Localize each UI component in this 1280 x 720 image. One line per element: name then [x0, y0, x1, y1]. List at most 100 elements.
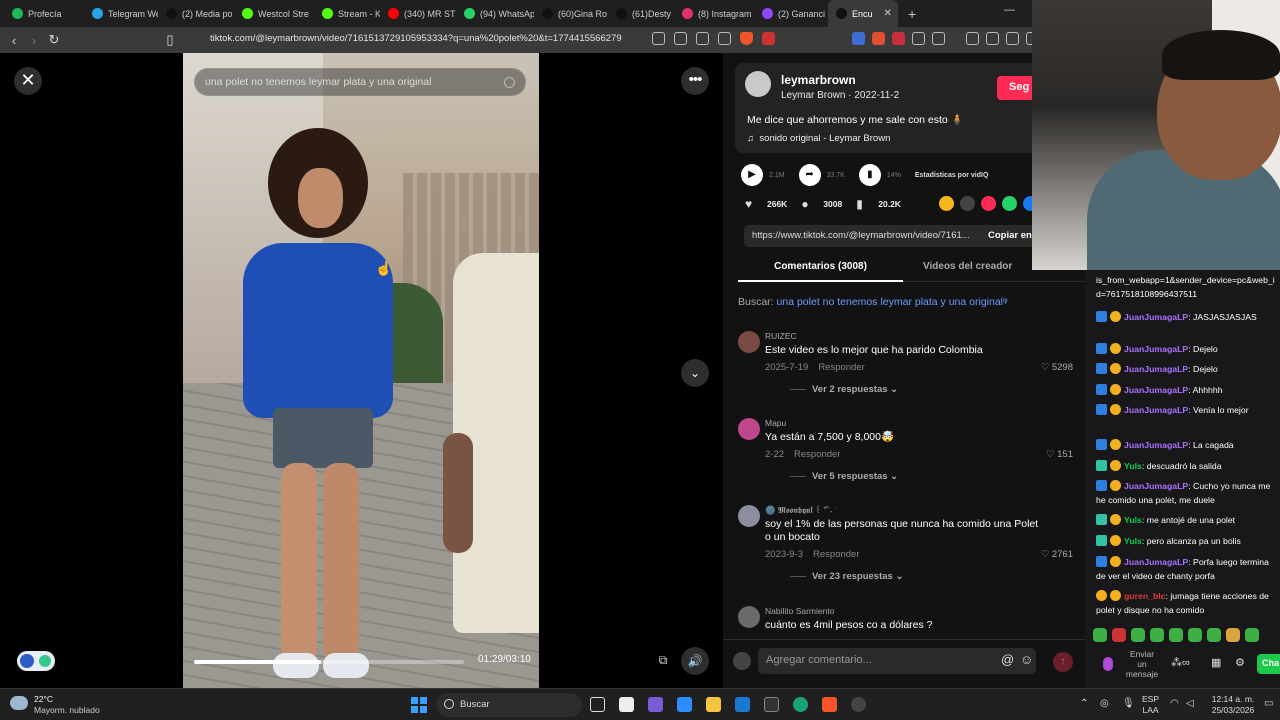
cast-icon[interactable] [696, 32, 709, 45]
heart-icon[interactable]: ♥ [745, 197, 761, 211]
chat-username[interactable]: JuanJumagaLP [1124, 440, 1188, 450]
sidebar-icon[interactable] [986, 32, 999, 45]
copy-link-button[interactable]: Copiar en [988, 230, 1032, 241]
brave-shield-icon[interactable] [740, 32, 753, 45]
extension-icon[interactable] [892, 32, 905, 45]
back-icon[interactable]: ‹ [4, 33, 24, 48]
chat-username[interactable]: JuanJumagaLP [1124, 405, 1188, 415]
emote-icon[interactable] [1226, 628, 1240, 642]
comment-username[interactable]: Mapu [765, 418, 786, 428]
browser-tab[interactable]: (8) Instagram [674, 0, 754, 27]
comment-search-suggestion[interactable]: Buscar: una polet no tenemos leymar plat… [738, 296, 1008, 308]
comment-username[interactable]: Nabilito Sarmiento [765, 606, 834, 616]
emote-icon[interactable] [1112, 628, 1126, 642]
mention-icon[interactable]: @ [1001, 652, 1014, 667]
view-replies-button[interactable]: Ver 2 respuestas ⌄ [790, 384, 898, 395]
mic-icon[interactable] [1103, 657, 1113, 671]
emote-icon[interactable] [1188, 628, 1202, 642]
browser-tab[interactable]: (2) Gananci [754, 0, 828, 27]
music-icon[interactable] [966, 32, 979, 45]
translate-icon[interactable] [674, 32, 687, 45]
tab-creator-videos[interactable]: Videos del creador [923, 261, 1012, 272]
tab-comments[interactable]: Comentarios (3008) [738, 261, 903, 272]
sound-link[interactable]: ♫ sonido original - Leymar Brown [747, 133, 890, 144]
store-icon[interactable]: ▦ [1211, 656, 1221, 669]
store-icon[interactable] [735, 697, 750, 712]
tracking-icon[interactable] [652, 32, 665, 45]
view-replies-button[interactable]: Ver 23 respuestas ⌄ [790, 571, 903, 582]
comment-like[interactable]: ♡ 151 [1046, 449, 1073, 460]
comment-username[interactable]: RUIZEC [765, 331, 797, 341]
browser-tab[interactable]: Stream - Kick [314, 0, 380, 27]
view-replies-button[interactable]: Ver 5 respuestas ⌄ [790, 471, 898, 482]
forward-icon[interactable]: › [24, 33, 44, 48]
browser-tab[interactable]: (61)Desty [608, 0, 674, 27]
extension-icon[interactable] [912, 32, 925, 45]
search-icon[interactable] [504, 77, 515, 88]
new-tab-icon[interactable]: + [898, 6, 926, 22]
taskbar-search[interactable]: Buscar [436, 693, 582, 717]
share-icon[interactable] [939, 196, 954, 211]
emote-icon[interactable] [1131, 628, 1145, 642]
floating-player-icon[interactable]: ⧉ [652, 649, 674, 671]
chat-username[interactable]: JuanJumagaLP [1124, 557, 1188, 567]
start-button[interactable] [411, 697, 427, 713]
close-button[interactable]: ✕ [14, 67, 42, 95]
send-comment-button[interactable]: ↑ [1053, 652, 1073, 672]
embed-icon[interactable] [960, 196, 975, 211]
tray-app-icon[interactable]: ◎ [1100, 698, 1109, 709]
author-username[interactable]: leymarbrown [781, 73, 856, 87]
weather-icon[interactable] [10, 696, 28, 710]
chat-username[interactable]: JuanJumagaLP [1124, 312, 1188, 322]
wifi-icon[interactable]: ◠ [1170, 698, 1179, 709]
notification-icon[interactable]: ▭ [1264, 698, 1273, 709]
search-query-link[interactable]: una polet no tenemos leymar plata y una … [777, 296, 1003, 308]
chat-input[interactable]: Enviar un mensaje [1125, 649, 1159, 679]
bookmark-icon[interactable]: ▯ [160, 32, 180, 48]
browser-tab[interactable]: (60)Gina Ro [534, 0, 608, 27]
video-link[interactable]: https://www.tiktok.com/@leymarbrown/vide… [752, 230, 970, 241]
autoscroll-toggle[interactable] [17, 651, 55, 671]
avatar[interactable] [738, 418, 760, 440]
weather-temp[interactable]: 22°C [34, 694, 53, 704]
video-search-box[interactable]: una polet no tenemos leymar plata y una … [194, 68, 526, 96]
chat-username[interactable]: Yuls [1124, 536, 1142, 546]
obs-icon[interactable] [851, 697, 866, 712]
browser-tab[interactable]: Encu ✕ [828, 0, 898, 27]
emote-icon[interactable] [1207, 628, 1221, 642]
volume-button[interactable]: 🔊 [681, 647, 709, 675]
chat-username[interactable]: JuanJumagaLP [1124, 344, 1188, 354]
weather-desc[interactable]: Mayorm. nublado [34, 705, 100, 715]
language-indicator[interactable]: ESP LAA [1142, 694, 1159, 716]
browser-tab[interactable]: Profecía [4, 0, 84, 27]
share-icon[interactable] [718, 32, 731, 45]
more-options-button[interactable]: ••• [681, 67, 709, 95]
reply-button[interactable]: Responder [813, 549, 859, 560]
vidiq-label[interactable]: Estadísticas por vidIQ [915, 172, 989, 179]
chat-username[interactable]: JuanJumagaLP [1124, 385, 1188, 395]
comment-username[interactable]: 🌚 𝕸𝖔𝖔𝖓𝖇𝖞𝖚𝖑 ꒰ ͡ᵔ ˖ ˑ [765, 505, 837, 516]
file-explorer-icon[interactable] [706, 697, 721, 712]
chevron-up-icon[interactable]: ⌃ [1080, 698, 1088, 709]
browser-tab[interactable]: Westcol Stre [234, 0, 314, 27]
task-view-icon[interactable] [590, 697, 605, 712]
brave-rewards-icon[interactable] [762, 32, 775, 45]
reply-button[interactable]: Responder [794, 449, 840, 460]
whatsapp-icon[interactable] [1002, 196, 1017, 211]
browser-tab[interactable]: (340) MR STI [380, 0, 456, 27]
chat-username[interactable]: Yuls [1124, 461, 1142, 471]
avatar[interactable] [738, 331, 760, 353]
video-progress-bar[interactable] [194, 660, 464, 664]
mic-tray-icon[interactable]: 🎙 [1122, 698, 1135, 709]
terminal-icon[interactable] [764, 697, 779, 712]
extension-icon[interactable] [852, 32, 865, 45]
chat-send-button[interactable]: Cha [1257, 654, 1280, 674]
minimize-icon[interactable]: — [1004, 4, 1015, 16]
avatar[interactable] [738, 606, 760, 628]
reload-icon[interactable]: ↻ [44, 32, 64, 48]
chat-username[interactable]: JuanJumagaLP [1124, 481, 1188, 491]
emoji-icon[interactable]: ☺ [1020, 652, 1033, 667]
avatar[interactable] [738, 505, 760, 527]
video-player[interactable] [183, 53, 539, 688]
emote-picker-icon[interactable]: ⁂∞ [1171, 656, 1190, 669]
